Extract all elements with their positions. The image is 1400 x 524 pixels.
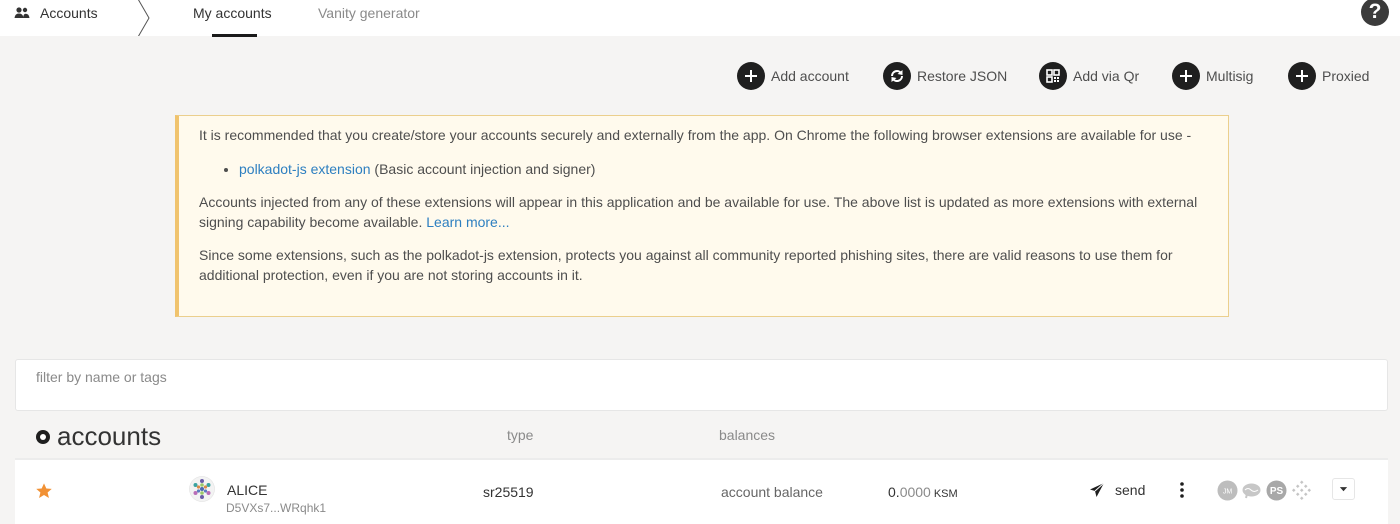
notice-paragraph-2: Accounts injected from any of these exte… bbox=[199, 193, 1208, 232]
expand-row-button[interactable] bbox=[1332, 478, 1355, 500]
account-address[interactable]: D5VXs7...WRqhk1 bbox=[226, 501, 326, 515]
notice-paragraph-3: Since some extensions, such as the polka… bbox=[199, 247, 1173, 283]
send-button[interactable]: send bbox=[1089, 480, 1145, 500]
column-header-balances: balances bbox=[719, 427, 776, 443]
proxied-label: Proxied bbox=[1322, 68, 1370, 84]
add-account-button[interactable]: Add account bbox=[737, 62, 849, 90]
identicon-avatar[interactable] bbox=[189, 476, 215, 502]
section-dot-icon bbox=[36, 430, 50, 444]
plus-icon bbox=[737, 62, 765, 90]
proxied-button[interactable]: Proxied bbox=[1288, 62, 1369, 90]
nav-app-label: Accounts bbox=[40, 5, 98, 21]
balance-fraction: 0000 bbox=[899, 484, 931, 500]
polkadot-js-extension-link[interactable]: polkadot-js extension bbox=[239, 161, 371, 177]
nav-chevron-divider bbox=[138, 0, 150, 36]
send-label: send bbox=[1115, 482, 1146, 498]
restore-json-button[interactable]: Restore JSON bbox=[883, 62, 1007, 90]
balance-label: account balance bbox=[721, 484, 823, 500]
balance-integer: 0. bbox=[888, 484, 900, 500]
plus-icon bbox=[1172, 62, 1200, 90]
parity-signer-icon: JM bbox=[1217, 480, 1238, 501]
column-header-type: type bbox=[507, 427, 534, 443]
sync-icon bbox=[883, 62, 911, 90]
multisig-label: Multisig bbox=[1206, 68, 1254, 84]
extension-list: polkadot-js extension (Basic account inj… bbox=[239, 160, 1208, 180]
help-question-icon[interactable]: ? bbox=[1361, 0, 1389, 26]
users-icon bbox=[14, 7, 30, 18]
restore-json-label: Restore JSON bbox=[917, 68, 1008, 84]
account-name: ALICE bbox=[227, 482, 268, 498]
active-tab-indicator bbox=[212, 34, 257, 37]
qrcode-icon bbox=[1039, 62, 1067, 90]
account-type: sr25519 bbox=[483, 484, 534, 500]
paper-plane-icon bbox=[1090, 482, 1105, 497]
plus-icon bbox=[1288, 62, 1316, 90]
svg-text:JM: JM bbox=[1223, 489, 1233, 496]
subscan-icon bbox=[1291, 480, 1312, 501]
filter-panel bbox=[15, 359, 1388, 411]
accounts-section-title: accounts bbox=[57, 421, 162, 451]
brain-icon bbox=[1242, 483, 1261, 499]
learn-more-link[interactable]: Learn more... bbox=[426, 214, 509, 230]
notice-para2-text: Accounts injected from any of these exte… bbox=[199, 194, 1198, 230]
more-options-icon[interactable] bbox=[1175, 480, 1189, 500]
polkassembly-icon: PS bbox=[1266, 480, 1287, 501]
add-via-qr-button[interactable]: Add via Qr bbox=[1039, 62, 1139, 90]
add-via-qr-label: Add via Qr bbox=[1073, 68, 1140, 84]
extension-description: (Basic account injection and signer) bbox=[374, 160, 596, 177]
table-row: ALICE D5VXs7...WRqhk1 sr25519 account ba… bbox=[15, 458, 1388, 524]
notice-intro: It is recommended that you create/store … bbox=[199, 127, 1192, 143]
accounts-table-header: accounts type balances bbox=[15, 418, 1388, 454]
balance-unit: KSM bbox=[933, 488, 958, 500]
tab-vanity-generator[interactable]: Vanity generator bbox=[318, 4, 420, 22]
nav-app-section[interactable]: Accounts bbox=[14, 4, 98, 22]
top-nav: Accounts My accounts Vanity generator ? bbox=[0, 0, 1400, 37]
extension-list-item: polkadot-js extension (Basic account inj… bbox=[239, 160, 1208, 180]
filter-input[interactable] bbox=[36, 368, 636, 386]
extension-notice: It is recommended that you create/store … bbox=[175, 115, 1229, 317]
star-icon[interactable] bbox=[35, 482, 53, 500]
multisig-button[interactable]: Multisig bbox=[1172, 62, 1253, 90]
svg-text:PS: PS bbox=[1270, 486, 1284, 497]
add-account-label: Add account bbox=[771, 68, 849, 84]
tab-my-accounts[interactable]: My accounts bbox=[193, 4, 272, 22]
account-balance: 0.0000 KSM bbox=[888, 484, 958, 500]
